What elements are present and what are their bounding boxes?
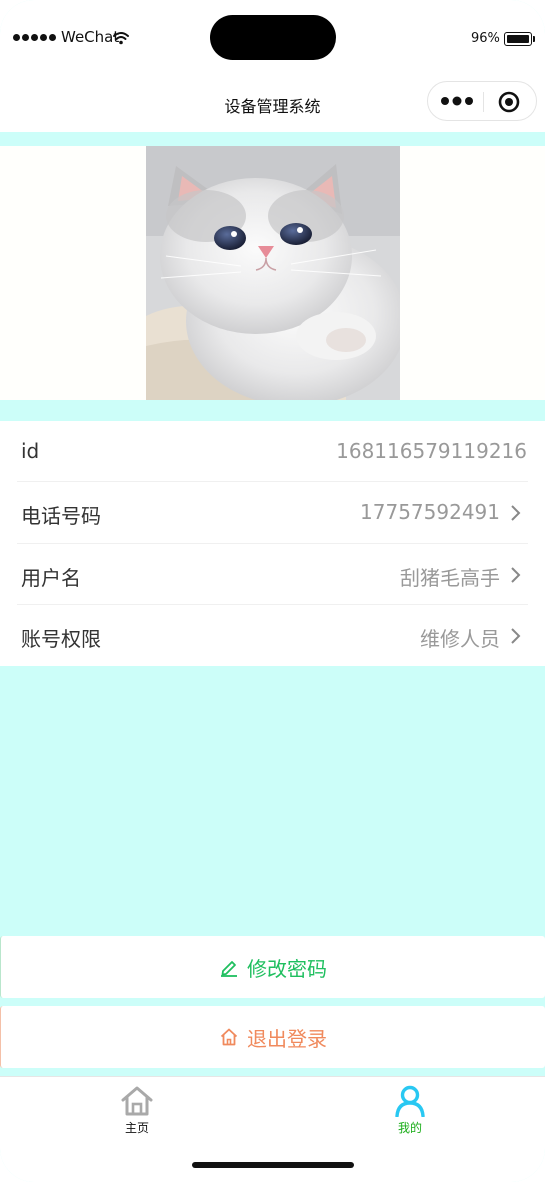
list-item-phone[interactable]: 电话号码 17757592491 bbox=[17, 482, 528, 544]
change-password-button[interactable]: 修改密码 bbox=[0, 936, 545, 998]
wifi-icon bbox=[113, 32, 129, 45]
home-icon bbox=[121, 1086, 153, 1116]
list-item-id: id 168116579119216 bbox=[17, 421, 528, 483]
profile-info-list: id 168116579119216 电话号码 17757592491 用户名 … bbox=[0, 421, 545, 666]
row-value: 168116579119216 bbox=[336, 439, 527, 463]
camera-notch bbox=[210, 15, 336, 60]
chevron-right-icon bbox=[511, 628, 521, 644]
chevron-right-icon bbox=[511, 505, 521, 521]
phone-screen: WeChat 96% 设备管理系统 id 168116579119216 电话号… bbox=[0, 0, 545, 1182]
row-label: 电话号码 bbox=[21, 504, 101, 529]
battery-icon bbox=[504, 32, 535, 46]
battery-percent: 96% bbox=[471, 31, 500, 46]
mini-program-capsule bbox=[427, 81, 537, 121]
logout-button[interactable]: 退出登录 bbox=[0, 1006, 545, 1068]
row-value: 维修人员 bbox=[420, 626, 500, 651]
home-indicator bbox=[192, 1162, 354, 1168]
row-label: 账号权限 bbox=[21, 626, 101, 651]
user-icon bbox=[395, 1085, 425, 1117]
cat-avatar-image bbox=[146, 146, 400, 400]
navigation-bar: 设备管理系统 bbox=[0, 78, 545, 132]
tab-mine-label: 我的 bbox=[397, 1121, 422, 1135]
status-bar: WeChat 96% bbox=[0, 0, 545, 78]
carrier-name: WeChat bbox=[61, 28, 120, 46]
signal-dots-icon bbox=[13, 34, 56, 41]
avatar[interactable] bbox=[146, 146, 400, 400]
row-label: id bbox=[21, 439, 40, 463]
tab-home[interactable]: 主页 bbox=[107, 1085, 167, 1136]
logout-label: 退出登录 bbox=[247, 1026, 327, 1051]
list-item-username[interactable]: 用户名 刮猪毛高手 bbox=[17, 544, 528, 605]
avatar-section bbox=[0, 146, 545, 400]
home-outline-icon bbox=[220, 1028, 238, 1046]
row-label: 用户名 bbox=[21, 565, 81, 590]
list-item-permission[interactable]: 账号权限 维修人员 bbox=[17, 605, 528, 666]
pencil-icon bbox=[221, 961, 237, 977]
row-value: 17757592491 bbox=[360, 500, 500, 525]
capsule-divider bbox=[483, 92, 484, 112]
chevron-right-icon bbox=[511, 566, 521, 583]
tab-home-label: 主页 bbox=[124, 1121, 149, 1135]
row-value: 刮猪毛高手 bbox=[400, 565, 500, 590]
target-close-icon[interactable] bbox=[498, 91, 520, 113]
more-dots-icon[interactable] bbox=[440, 94, 474, 108]
tab-mine[interactable]: 我的 bbox=[380, 1085, 440, 1136]
change-password-label: 修改密码 bbox=[247, 956, 327, 981]
